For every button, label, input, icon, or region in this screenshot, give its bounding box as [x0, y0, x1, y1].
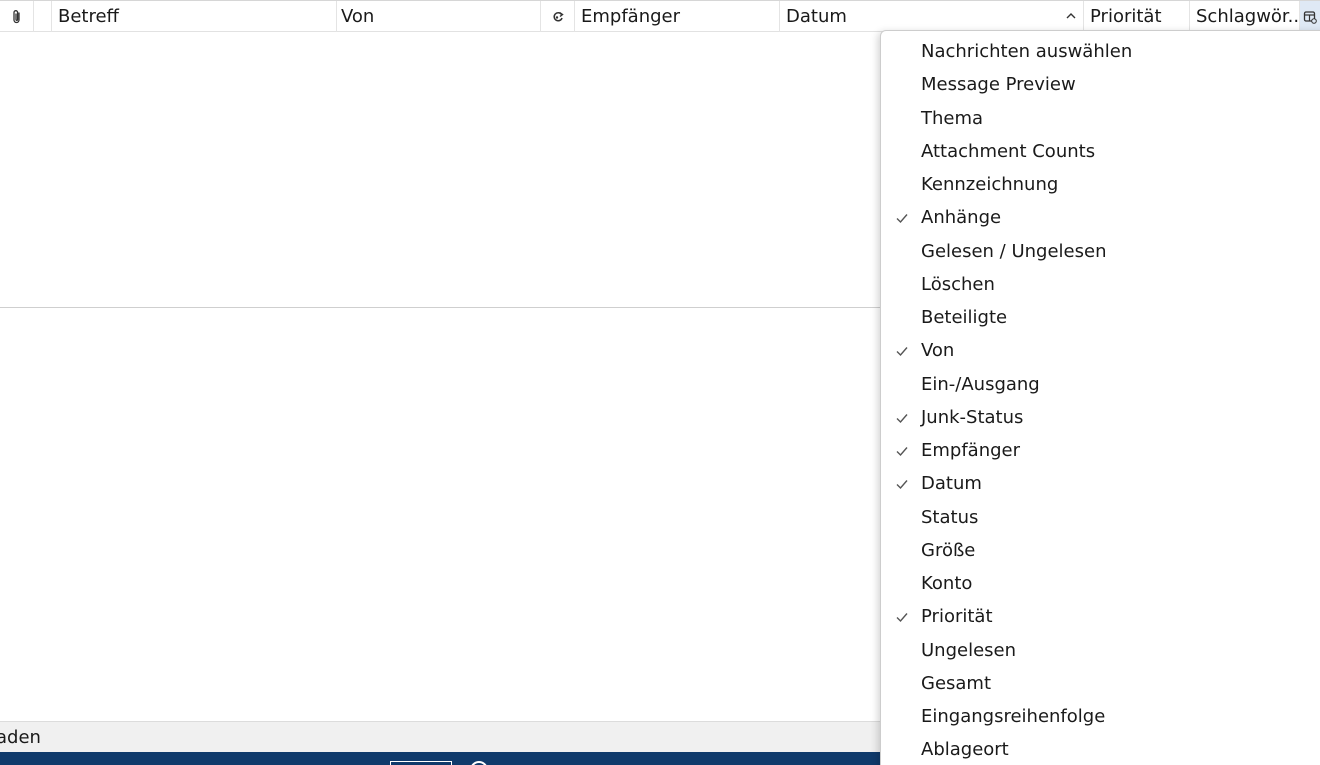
menu-item[interactable]: Thema — [881, 102, 1320, 135]
menu-item[interactable]: Nachrichten auswählen — [881, 35, 1320, 68]
menu-item[interactable]: Priorität — [881, 600, 1320, 633]
menu-item-label: Eingangsreihenfolge — [921, 706, 1106, 728]
menu-item-label: Gesamt — [921, 672, 992, 694]
menu-item-label: Beteiligte — [921, 307, 1008, 329]
menu-item-label: Löschen — [921, 273, 995, 295]
column-junk-status[interactable] — [541, 1, 575, 32]
menu-item-label: Größe — [921, 539, 976, 561]
column-tags-label: Schlagwör... — [1196, 6, 1300, 27]
menu-item[interactable]: Attachment Counts — [881, 135, 1320, 168]
mail-app-window: Betreff Von Empfänger Datum Priorität Sc… — [0, 0, 1320, 765]
menu-item-label: Ablageort — [921, 739, 1009, 761]
column-picker-menu: Nachrichten auswählen Message Preview Them… — [880, 30, 1320, 765]
menu-item[interactable]: Eingangsreihenfolge — [881, 700, 1320, 733]
menu-item-label: Von — [921, 340, 955, 362]
column-from-label: Von — [341, 6, 375, 27]
column-tags[interactable]: Schlagwör... — [1190, 1, 1300, 32]
column-priority-label: Priorität — [1090, 6, 1162, 27]
menu-item[interactable]: Message Preview — [881, 68, 1320, 101]
menu-item-label: Kennzeichnung — [921, 174, 1059, 196]
column-subject[interactable]: Betreff — [52, 1, 337, 32]
column-picker-icon — [1303, 10, 1317, 24]
menu-item-label: Message Preview — [921, 74, 1076, 96]
checkmark-icon — [896, 480, 908, 490]
menu-item[interactable]: Größe — [881, 534, 1320, 567]
menu-item-label: Status — [921, 506, 979, 528]
menu-item-label: Empfänger — [921, 440, 1021, 462]
menu-item[interactable]: Junk-Status — [881, 401, 1320, 434]
menu-item-label: Datum — [921, 473, 982, 495]
paperclip-icon — [12, 9, 20, 23]
menu-item[interactable]: Datum — [881, 467, 1320, 500]
column-from[interactable]: Von — [337, 1, 541, 32]
menu-item-label: Anhänge — [921, 207, 1002, 229]
menu-item-label: Junk-Status — [921, 406, 1024, 428]
column-priority[interactable]: Priorität — [1084, 1, 1190, 32]
menu-item[interactable]: Von — [881, 334, 1320, 367]
column-recipient-label: Empfänger — [581, 6, 681, 27]
column-thread-spacer[interactable] — [34, 1, 52, 32]
column-date-label: Datum — [786, 6, 847, 27]
menu-item-label: Konto — [921, 573, 973, 595]
column-subject-label: Betreff — [58, 6, 119, 27]
column-picker-button[interactable] — [1300, 1, 1320, 32]
menu-item[interactable]: Ablageort — [881, 733, 1320, 765]
column-date[interactable]: Datum — [780, 1, 1084, 32]
menu-item[interactable]: Beteiligte — [881, 301, 1320, 334]
column-attachments[interactable] — [0, 1, 34, 32]
menu-item[interactable]: Gesamt — [881, 667, 1320, 700]
checkmark-icon — [896, 413, 908, 423]
menu-item[interactable]: Löschen — [881, 268, 1320, 301]
menu-item[interactable]: Ungelesen — [881, 634, 1320, 667]
menu-item[interactable]: Anhänge — [881, 201, 1320, 234]
checkmark-icon — [896, 214, 908, 224]
menu-item-label: Gelesen / Ungelesen — [921, 240, 1107, 262]
column-recipient[interactable]: Empfänger — [575, 1, 780, 32]
menu-item-label: Ungelesen — [921, 639, 1017, 661]
message-list-header: Betreff Von Empfänger Datum Priorität Sc… — [0, 0, 1320, 32]
checkmark-icon — [896, 347, 908, 357]
menu-item-label: Ein-/Ausgang — [921, 373, 1040, 395]
taskbar-app-button[interactable] — [390, 761, 452, 765]
status-text: aden — [0, 726, 41, 748]
menu-item[interactable]: Empfänger — [881, 434, 1320, 467]
junk-status-icon — [552, 11, 564, 21]
checkmark-icon — [896, 613, 908, 623]
menu-item-label: Thema — [921, 107, 984, 129]
menu-item-label: Priorität — [921, 606, 993, 628]
checkmark-icon — [896, 447, 908, 457]
chevron-up-icon — [1066, 13, 1076, 19]
taskbar-circle-icon[interactable] — [470, 761, 488, 765]
menu-item-label: Nachrichten auswählen — [921, 41, 1133, 63]
menu-item[interactable]: Kennzeichnung — [881, 168, 1320, 201]
menu-item[interactable]: Gelesen / Ungelesen — [881, 235, 1320, 268]
menu-item[interactable]: Status — [881, 501, 1320, 534]
menu-item[interactable]: Ein-/Ausgang — [881, 368, 1320, 401]
menu-item-label: Attachment Counts — [921, 140, 1096, 162]
menu-item[interactable]: Konto — [881, 567, 1320, 600]
